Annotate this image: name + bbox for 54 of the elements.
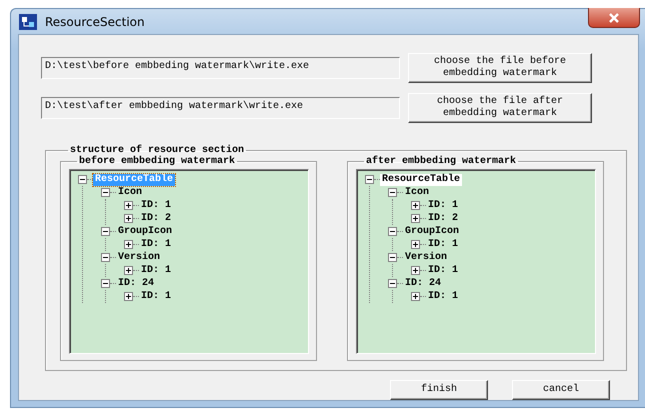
close-icon	[607, 12, 621, 22]
minus-icon[interactable]	[388, 253, 397, 262]
tree-item[interactable]: ID: 1	[139, 264, 174, 276]
minus-icon[interactable]	[388, 188, 397, 197]
tree-item[interactable]: ResourceTable	[380, 174, 462, 186]
tree-item[interactable]: ID: 1	[426, 264, 460, 276]
tree-item[interactable]: Version	[116, 252, 162, 264]
tree-item[interactable]: ID: 24	[116, 278, 156, 290]
plus-icon[interactable]	[124, 292, 133, 301]
choose-file-button[interactable]: choose the file after embedding watermark	[408, 93, 592, 123]
window-title: ResourceSection	[45, 14, 145, 28]
tree-item[interactable]: ID: 1	[139, 200, 174, 212]
tree-item[interactable]: GroupIcon	[116, 226, 174, 238]
plus-icon[interactable]	[124, 240, 133, 249]
tree-item[interactable]: ID: 1	[426, 200, 460, 212]
minus-icon[interactable]	[101, 188, 110, 197]
minus-icon[interactable]	[101, 253, 110, 262]
group-label: after embbeding watermark	[365, 156, 518, 167]
minus-icon[interactable]	[101, 227, 110, 236]
plus-icon[interactable]	[411, 266, 420, 275]
tree-item[interactable]: ID: 1	[139, 238, 174, 250]
plus-icon[interactable]	[411, 240, 420, 249]
plus-icon[interactable]	[411, 214, 420, 223]
tree-item[interactable]: ID: 1	[426, 238, 460, 250]
tree-view[interactable]: ResourceTable Icon ID: 1 ID: 2 GroupIcon ID: 1 Version ID: 1 ID: 24 ID: 1	[356, 169, 596, 354]
file-path-field[interactable]: D:\test\after embbeding watermark\write.exe	[41, 97, 400, 119]
tree-view[interactable]: ResourceTable Icon ID: 1 ID: 2 GroupIcon ID: 1 Version ID: 1 ID: 24 ID: 1	[69, 169, 309, 354]
minus-icon[interactable]	[101, 279, 110, 288]
plus-icon[interactable]	[124, 266, 133, 275]
tree-item[interactable]: GroupIcon	[403, 226, 462, 238]
minus-icon[interactable]	[388, 279, 397, 288]
tree-item[interactable]: ID: 1	[139, 290, 174, 302]
app-icon	[19, 14, 37, 30]
dialog-button[interactable]: cancel	[512, 380, 610, 400]
tree-item[interactable]: Version	[403, 252, 450, 264]
file-path-field[interactable]: D:\test\before embbeding watermark\write.exe	[41, 57, 400, 79]
plus-icon[interactable]	[124, 214, 133, 223]
group-label: structure of resource section	[69, 145, 246, 156]
minus-icon[interactable]	[78, 175, 87, 184]
tree-item[interactable]: ID: 24	[403, 278, 444, 290]
tree-item[interactable]: ID: 2	[139, 212, 174, 224]
choose-file-button[interactable]: choose the file before embedding watermark	[408, 53, 592, 83]
plus-icon[interactable]	[124, 201, 133, 210]
dialog-button[interactable]: finish	[390, 380, 488, 400]
minus-icon[interactable]	[388, 227, 397, 236]
tree-item[interactable]: Icon	[403, 186, 432, 198]
tree-item[interactable]: ID: 2	[426, 212, 460, 224]
group-label: before embbeding watermark	[78, 156, 236, 167]
tree-item[interactable]: Icon	[116, 186, 144, 198]
close-button[interactable]	[588, 8, 640, 28]
tree-item[interactable]: ID: 1	[426, 290, 460, 302]
plus-icon[interactable]	[411, 292, 420, 301]
minus-icon[interactable]	[365, 175, 374, 184]
plus-icon[interactable]	[411, 201, 420, 210]
